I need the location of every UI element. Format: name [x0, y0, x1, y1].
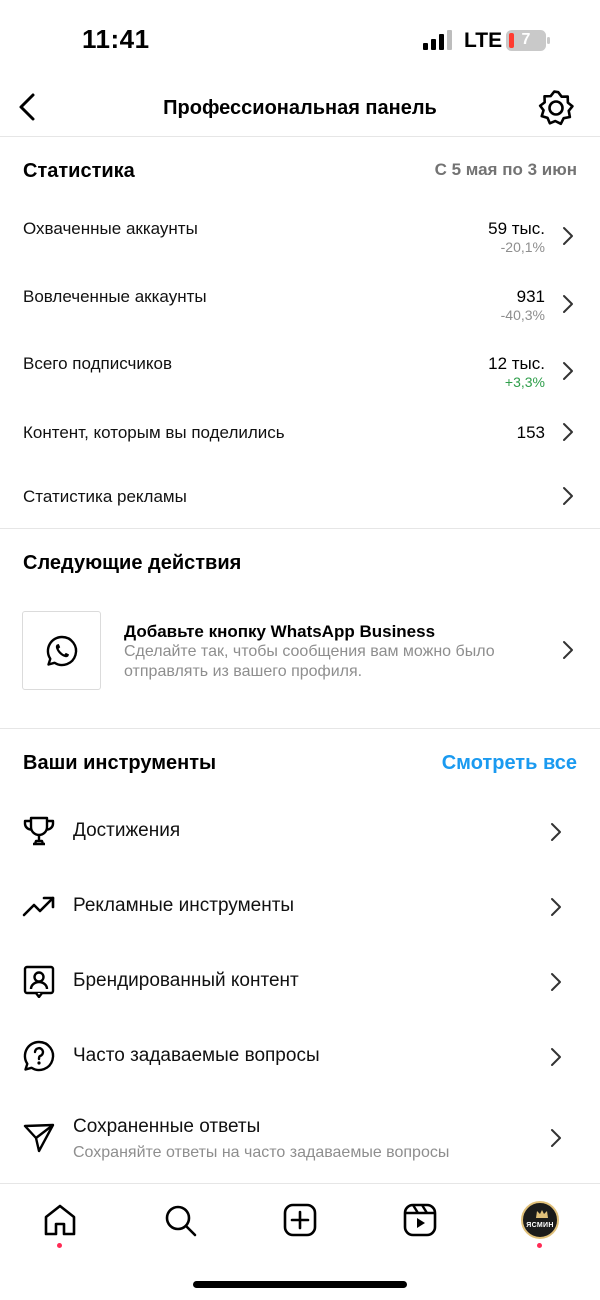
whatsapp-card-description: Сделайте так, чтобы сообщения вам можно …	[124, 643, 495, 680]
trophy-icon	[23, 816, 55, 846]
section-divider	[0, 528, 600, 529]
stat-row-engaged-accounts[interactable]: Вовлеченные аккаунты 931 -40,3%	[0, 273, 600, 333]
stat-change: -40,3%	[500, 307, 545, 323]
tool-faq[interactable]: Часто задаваемые вопросы	[0, 1026, 600, 1086]
home-indicator	[193, 1281, 407, 1288]
notification-dot	[537, 1243, 542, 1248]
next-actions-title: Следующие действия	[23, 552, 242, 574]
avatar-text: ЯСМИН	[526, 1222, 554, 1229]
chevron-right-icon	[551, 898, 561, 916]
stat-change: -20,1%	[500, 239, 545, 255]
stat-row-total-followers[interactable]: Всего подписчиков 12 тыс. +3,3%	[0, 340, 600, 400]
gear-icon	[538, 90, 574, 126]
stats-title: Статистика	[23, 160, 135, 182]
stat-row-reached-accounts[interactable]: Охваченные аккаунты 59 тыс. -20,1%	[0, 205, 600, 265]
section-divider	[0, 728, 600, 729]
search-icon[interactable]	[162, 1202, 198, 1238]
home-icon[interactable]	[42, 1202, 78, 1238]
stats-date-range[interactable]: С 5 мая по 3 июн	[435, 160, 577, 180]
profile-avatar[interactable]: ЯСМИН	[521, 1201, 559, 1239]
send-icon	[23, 1123, 55, 1153]
stat-change: +3,3%	[504, 374, 545, 390]
stat-label: Вовлеченные аккаунты	[23, 287, 207, 306]
chevron-right-icon	[563, 295, 573, 313]
whatsapp-icon-box	[22, 611, 101, 690]
page-title: Профессиональная панель	[163, 97, 437, 119]
crown-icon	[536, 1210, 548, 1218]
reels-icon[interactable]	[402, 1202, 438, 1238]
chevron-right-icon	[551, 973, 561, 991]
tool-label: Сохраненные ответы	[73, 1116, 261, 1137]
tool-ad-tools[interactable]: Рекламные инструменты	[0, 876, 600, 936]
create-icon[interactable]	[282, 1202, 318, 1238]
branded-content-icon	[23, 965, 55, 998]
chevron-right-icon	[563, 362, 573, 380]
chevron-right-icon	[551, 1048, 561, 1066]
network-type: LTE	[464, 29, 503, 52]
nav-header: Профессиональная панель	[0, 80, 600, 137]
whatsapp-icon	[46, 635, 78, 667]
tool-branded-content[interactable]: Брендированный контент	[0, 951, 600, 1011]
tool-achievements[interactable]: Достижения	[0, 801, 600, 861]
see-all-link[interactable]: Смотреть все	[442, 752, 577, 775]
stat-value: 59 тыс.	[488, 219, 545, 238]
tools-title: Ваши инструменты	[23, 752, 217, 774]
tool-label: Рекламные инструменты	[73, 895, 295, 916]
battery-level: 7	[521, 31, 531, 48]
stat-row-ad-statistics[interactable]: Статистика рекламы	[0, 470, 600, 530]
stat-row-shared-content[interactable]: Контент, которым вы поделились 153	[0, 405, 600, 465]
status-bar: 11:41 LTE 7	[0, 0, 600, 80]
tool-saved-replies[interactable]: Сохраненные ответы Сохраняйте ответы на …	[0, 1104, 600, 1172]
notification-dot	[57, 1243, 62, 1248]
tool-label: Брендированный контент	[73, 970, 299, 991]
faq-icon	[23, 1040, 55, 1072]
chevron-right-icon	[563, 227, 573, 245]
signal-icon	[423, 30, 452, 50]
stat-label: Статистика рекламы	[23, 487, 187, 506]
stat-value: 12 тыс.	[488, 354, 545, 373]
whatsapp-action-card[interactable]: Добавьте кнопку WhatsApp Business Сделай…	[0, 600, 600, 700]
chevron-right-icon	[563, 487, 573, 505]
stat-value: 931	[516, 287, 545, 306]
settings-button[interactable]	[536, 88, 576, 128]
chevron-right-icon	[563, 641, 573, 659]
chevron-right-icon	[563, 423, 573, 441]
status-time: 11:41	[82, 24, 150, 54]
chevron-right-icon	[551, 1129, 561, 1147]
chevron-right-icon	[551, 823, 561, 841]
battery-icon: 7	[506, 30, 551, 51]
trending-icon	[22, 896, 55, 917]
stat-label: Охваченные аккаунты	[23, 219, 198, 238]
tool-label: Часто задаваемые вопросы	[73, 1045, 320, 1066]
stat-value: 153	[516, 423, 545, 442]
stat-label: Всего подписчиков	[23, 354, 172, 373]
stat-label: Контент, которым вы поделились	[23, 423, 285, 442]
tool-label: Достижения	[73, 820, 181, 841]
whatsapp-card-title: Добавьте кнопку WhatsApp Business	[124, 622, 436, 641]
tool-sublabel: Сохраняйте ответы на часто задаваемые во…	[73, 1144, 450, 1161]
